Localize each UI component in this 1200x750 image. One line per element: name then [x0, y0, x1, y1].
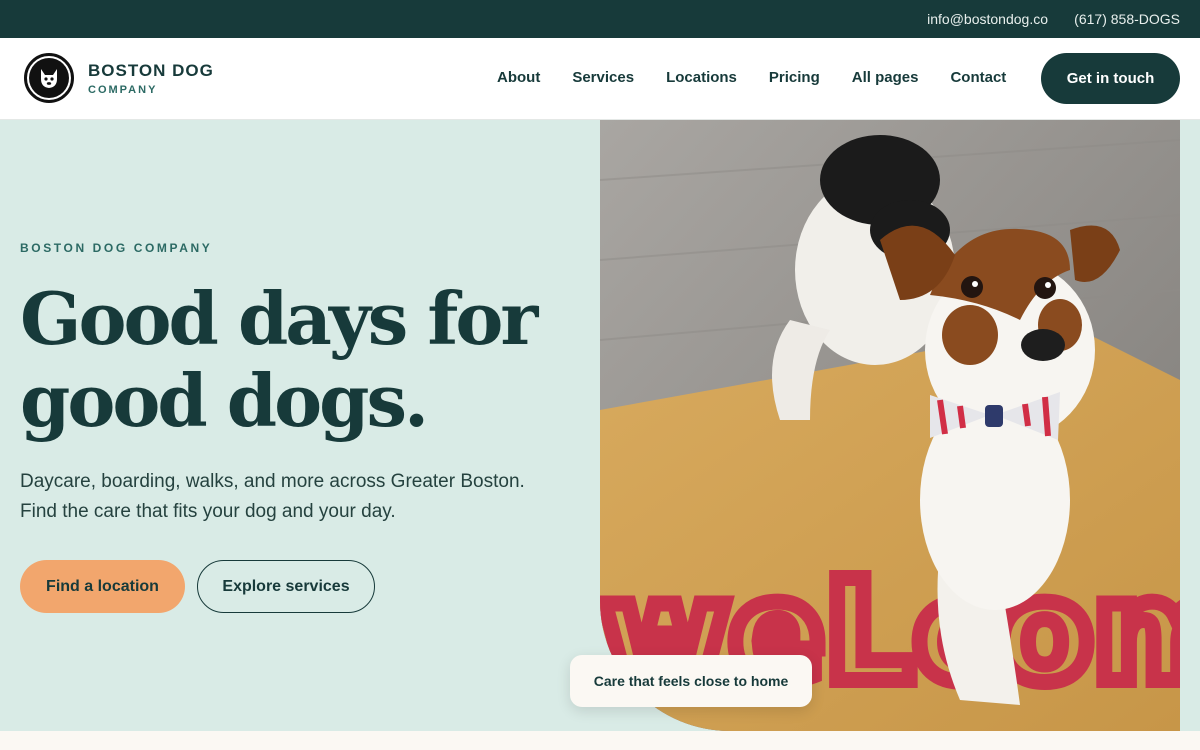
main-nav: About Services Locations Pricing All pag…	[497, 69, 1006, 86]
phone-link[interactable]: (617) 858-DOGS	[1074, 11, 1180, 27]
get-in-touch-button[interactable]: Get in touch	[1041, 53, 1180, 104]
nav-about[interactable]: About	[497, 69, 540, 86]
brand-name[interactable]: BOSTON DOG	[88, 61, 214, 81]
top-contact-bar: info@bostondog.co (617) 858-DOGS	[0, 0, 1200, 38]
section-divider	[0, 731, 1200, 750]
nav-pricing[interactable]: Pricing	[769, 69, 820, 86]
headline-line-2: good dogs.	[20, 358, 429, 443]
email-link[interactable]: info@bostondog.co	[927, 11, 1048, 27]
find-location-button[interactable]: Find a location	[20, 560, 185, 613]
subtext-line-2: Find the care that fits your dog and you…	[20, 501, 396, 522]
nav-all-pages[interactable]: All pages	[852, 69, 919, 86]
hero-headline: Good days for good dogs.	[20, 278, 580, 442]
explore-services-button[interactable]: Explore services	[197, 560, 375, 613]
hero-dog-photo: weLcome	[600, 120, 1180, 731]
nav-services[interactable]: Services	[572, 69, 634, 86]
nav-locations[interactable]: Locations	[666, 69, 737, 86]
brand-subtitle: COMPANY	[88, 84, 158, 96]
subtext-line-1: Daycare, boarding, walks, and more acros…	[20, 471, 525, 492]
dog-logo-icon[interactable]	[24, 53, 74, 103]
hero-subtext: Daycare, boarding, walks, and more acros…	[20, 467, 560, 527]
site-header: BOSTON DOG COMPANY About Services Locati…	[0, 38, 1200, 120]
headline-line-1: Good days for	[20, 276, 538, 361]
hero-caption-card: Care that feels close to home	[570, 655, 812, 707]
nav-contact[interactable]: Contact	[950, 69, 1006, 86]
hero-eyebrow: BOSTON DOG COMPANY	[20, 241, 213, 255]
